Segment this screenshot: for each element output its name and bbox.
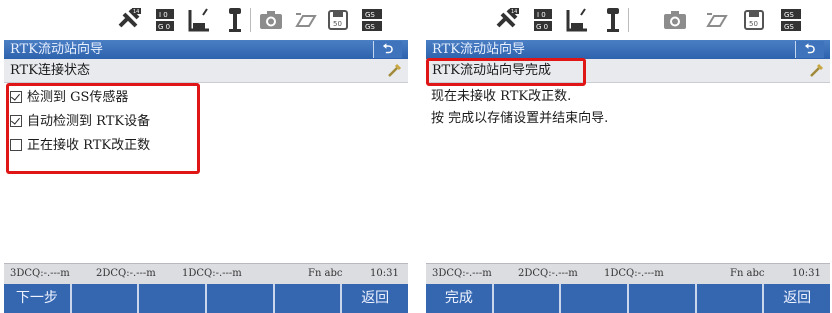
rtk-signal-icon bbox=[565, 5, 591, 35]
status-bar: 14 I 0 G 0 50 GS GS bbox=[4, 0, 408, 40]
softkey-f4[interactable] bbox=[629, 284, 697, 313]
back-icon[interactable]: ⮌ bbox=[373, 41, 402, 58]
svg-text:I 0: I 0 bbox=[537, 11, 546, 19]
svg-text:14: 14 bbox=[133, 9, 139, 15]
back-icon[interactable]: ⮌ bbox=[795, 41, 824, 58]
storage-icon bbox=[704, 5, 730, 35]
save-icon: 50 bbox=[326, 5, 350, 35]
softkey-bar: 完成 返回 bbox=[426, 284, 830, 313]
checklist-label: 自动检测到 RTK设备 bbox=[27, 114, 151, 129]
svg-text:50: 50 bbox=[749, 20, 758, 28]
connection-checklist: 检测到 GS传感器 自动检测到 RTK设备 正在接收 RTK改正数 bbox=[4, 86, 408, 158]
checklist-item: 自动检测到 RTK设备 bbox=[4, 110, 408, 134]
back-button[interactable]: 返回 bbox=[342, 284, 408, 313]
svg-text:G 0: G 0 bbox=[536, 23, 548, 31]
status-divider bbox=[628, 8, 629, 32]
antenna-icon bbox=[604, 5, 622, 35]
wrench-icon[interactable] bbox=[386, 63, 402, 79]
svg-text:GS: GS bbox=[784, 23, 794, 31]
checkbox-checked bbox=[10, 114, 22, 127]
antenna-icon bbox=[226, 5, 244, 35]
checkbox-checked bbox=[10, 90, 22, 103]
dcq2-readout: 2DCQ:-.---m bbox=[518, 268, 578, 279]
satellite-icon: 14 bbox=[116, 5, 144, 35]
checklist-label: 正在接收 RTK改正数 bbox=[27, 138, 151, 153]
message-line: 现在未接收 RTK改正数. bbox=[431, 89, 572, 104]
gs-indicator-icon: I 0 G 0 bbox=[532, 5, 554, 35]
status-divider bbox=[250, 8, 251, 32]
camera-icon bbox=[258, 5, 284, 35]
svg-text:GS: GS bbox=[784, 11, 794, 19]
wizard-message: 现在未接收 RTK改正数. 按 完成以存储设置并结束向导. bbox=[426, 86, 830, 130]
softkey-f2[interactable] bbox=[72, 284, 140, 313]
page-subtitle: RTK连接状态 bbox=[10, 63, 90, 78]
softkey-f5[interactable] bbox=[697, 284, 765, 313]
page-subtitle-bar: RTK连接状态 bbox=[4, 59, 408, 83]
quality-info-bar: 3DCQ:-.---m 2DCQ:-.---m 1DCQ:-.---m Fn a… bbox=[426, 263, 830, 284]
softkey-f2[interactable] bbox=[494, 284, 562, 313]
left-controller-screen: 14 I 0 G 0 50 GS GS RTK流动站向导 ⮌ RTK连接状态 检测… bbox=[4, 0, 408, 313]
status-bar: 14 I 0 G 0 50 GS GS bbox=[426, 0, 830, 40]
finish-button[interactable]: 完成 bbox=[426, 284, 494, 313]
rtk-signal-icon bbox=[187, 5, 213, 35]
softkey-f4[interactable] bbox=[207, 284, 275, 313]
svg-text:14: 14 bbox=[511, 9, 517, 15]
svg-text:GS: GS bbox=[365, 23, 375, 31]
gs-gs-icon: GS GS bbox=[780, 5, 802, 35]
gs-indicator-icon: I 0 G 0 bbox=[154, 5, 176, 35]
clock: 10:31 bbox=[792, 268, 821, 279]
checklist-label: 检测到 GS传感器 bbox=[27, 90, 129, 105]
checklist-item: 检测到 GS传感器 bbox=[4, 86, 408, 110]
right-controller-screen: 14 I 0G 0 50 GSGS RTK流动站向导 ⮌ RTK流动站向导完成 bbox=[426, 0, 830, 313]
clock: 10:31 bbox=[370, 268, 399, 279]
svg-text:50: 50 bbox=[333, 20, 342, 28]
input-mode: Fn abc bbox=[730, 268, 765, 279]
gs-gs-icon: GS GS bbox=[361, 5, 383, 35]
dcq3-readout: 3DCQ:-.---m bbox=[10, 268, 70, 279]
next-button[interactable]: 下一步 bbox=[4, 284, 72, 313]
quality-info-bar: 3DCQ:-.---m 2DCQ:-.---m 1DCQ:-.---m Fn a… bbox=[4, 263, 408, 284]
back-button[interactable]: 返回 bbox=[764, 284, 830, 313]
svg-text:G 0: G 0 bbox=[158, 23, 170, 31]
camera-icon bbox=[662, 5, 688, 35]
dcq1-readout: 1DCQ:-.---m bbox=[182, 268, 242, 279]
window-title: RTK流动站向导 bbox=[432, 42, 525, 57]
window-title-bar: RTK流动站向导 ⮌ bbox=[4, 40, 408, 59]
page-subtitle: RTK流动站向导完成 bbox=[432, 63, 551, 78]
dcq1-readout: 1DCQ:-.---m bbox=[604, 268, 664, 279]
softkey-f3[interactable] bbox=[139, 284, 208, 313]
satellite-icon: 14 bbox=[494, 5, 522, 35]
softkey-f3[interactable] bbox=[561, 284, 630, 313]
storage-icon bbox=[293, 5, 319, 35]
window-title: RTK流动站向导 bbox=[10, 42, 103, 57]
wrench-icon[interactable] bbox=[808, 63, 824, 79]
softkey-bar: 下一步 返回 bbox=[4, 284, 408, 313]
save-icon: 50 bbox=[742, 5, 766, 35]
input-mode: Fn abc bbox=[308, 268, 343, 279]
svg-text:I 0: I 0 bbox=[159, 11, 168, 19]
checkbox-unchecked bbox=[10, 138, 22, 151]
softkey-f5[interactable] bbox=[275, 284, 343, 313]
svg-text:GS: GS bbox=[365, 11, 375, 19]
dcq2-readout: 2DCQ:-.---m bbox=[96, 268, 156, 279]
dcq3-readout: 3DCQ:-.---m bbox=[432, 268, 492, 279]
window-title-bar: RTK流动站向导 ⮌ bbox=[426, 40, 830, 59]
checklist-item: 正在接收 RTK改正数 bbox=[4, 134, 408, 158]
message-line: 按 完成以存储设置并结束向导. bbox=[431, 111, 609, 126]
page-subtitle-bar: RTK流动站向导完成 bbox=[426, 59, 830, 83]
